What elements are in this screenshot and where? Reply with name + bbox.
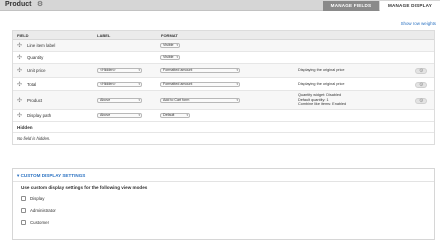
label-select[interactable]: <Hidden> ▾ — [97, 82, 142, 87]
format-select[interactable]: Visible ▾ — [160, 43, 180, 48]
drag-handle-icon[interactable]: ✣ — [17, 113, 22, 119]
drag-handle-icon[interactable]: ✣ — [17, 55, 22, 61]
format-select[interactable]: Formatted amount ▾ — [160, 68, 240, 73]
format-select-value: Formatted amount — [163, 82, 193, 86]
custom-display-settings: ▾ CUSTOM DISPLAY SETTINGS Use custom dis… — [12, 168, 435, 240]
hidden-region-title: Hidden — [17, 125, 33, 130]
chevron-down-icon: ▾ — [138, 68, 140, 72]
gear-icon: ⚙ — [419, 82, 424, 88]
chevron-down-icon: ▾ — [236, 98, 238, 102]
chevron-down-icon: ▾ — [236, 68, 238, 72]
custom-display-legend: CUSTOM DISPLAY SETTINGS — [20, 173, 86, 178]
chevron-down-icon: ▾ — [138, 82, 140, 86]
format-select[interactable]: Add to Cart form ▾ — [160, 98, 240, 103]
format-summary: Displaying the original price — [298, 82, 345, 86]
column-header-field: FIELD — [17, 33, 29, 38]
divider — [13, 181, 434, 182]
format-summary: Displaying the original price — [298, 68, 345, 72]
fields-table: FIELD LABEL FORMAT ✣ Line item label Vis… — [12, 30, 435, 145]
field-name: Product — [27, 98, 43, 103]
format-select[interactable]: Default ▾ — [160, 113, 190, 118]
tab-manage-fields[interactable]: MANAGE FIELDS — [323, 1, 379, 11]
hidden-empty-message: No field is hidden. — [17, 136, 51, 141]
drag-handle-icon[interactable]: ✣ — [17, 43, 22, 49]
chevron-down-icon: ▾ — [138, 113, 140, 117]
field-name: Unit price — [27, 68, 46, 73]
checkbox-label: Customer — [30, 220, 50, 225]
table-row: ✣ Product Above ▾ Add to Cart form ▾ Quant… — [13, 91, 434, 110]
chevron-down-icon: ▾ — [186, 113, 188, 117]
checkbox-customer[interactable] — [21, 220, 26, 225]
drag-handle-icon[interactable]: ✣ — [17, 82, 22, 88]
format-settings-button[interactable]: ⚙ — [415, 68, 427, 74]
label-select-value: Above — [100, 113, 111, 117]
checkbox-display[interactable] — [21, 196, 26, 201]
format-select-value: Visible — [163, 55, 174, 59]
field-name: Quantity — [27, 55, 44, 60]
drag-handle-icon[interactable]: ✣ — [17, 68, 22, 74]
table-header: FIELD LABEL FORMAT — [13, 31, 434, 40]
tab-manage-display[interactable]: MANAGE DISPLAY — [380, 1, 440, 11]
table-row: ✣ Line item label Visible ▾ — [13, 40, 434, 52]
table-row: ✣ Total <Hidden> ▾ Formatted amount ▾ Disp… — [13, 78, 434, 91]
chevron-down-icon: ▾ — [138, 98, 140, 102]
gear-icon: ⚙ — [419, 68, 424, 74]
table-row: ✣ Display path Above ▾ Default ▾ — [13, 110, 434, 122]
label-select-value: <Hidden> — [100, 82, 116, 86]
label-select-value: <Hidden> — [100, 68, 116, 72]
show-row-weights-link[interactable]: Show row weights — [401, 21, 436, 26]
checkbox-label: Administrator — [30, 208, 56, 213]
chevron-down-icon: ▾ — [176, 55, 178, 59]
checkbox-label: Display — [30, 196, 45, 201]
hidden-region-empty: No field is hidden. — [13, 133, 434, 144]
label-select[interactable]: Above ▾ — [97, 98, 142, 103]
label-select[interactable]: <Hidden> ▾ — [97, 68, 142, 73]
label-select[interactable]: Above ▾ — [97, 113, 142, 118]
gear-icon: ⚙ — [419, 98, 424, 104]
summary-line: Quantity widget: Disabled — [298, 93, 342, 97]
format-select-value: Formatted amount — [163, 68, 193, 72]
column-header-label: LABEL — [97, 33, 111, 38]
table-row: ✣ Unit price <Hidden> ▾ Formatted amount ▾… — [13, 64, 434, 78]
summary-line: Combine like items: Enabled — [298, 102, 347, 107]
format-summary: Quantity widget: Disabled Default quanti… — [298, 93, 346, 107]
format-select-value: Add to Cart form — [163, 98, 190, 102]
format-select-value: Default — [163, 113, 175, 117]
format-select-value: Visible — [163, 43, 174, 47]
custom-display-settings-toggle[interactable]: ▾ CUSTOM DISPLAY SETTINGS — [17, 173, 85, 179]
table-row: ✣ Quantity Visible ▾ — [13, 52, 434, 64]
format-settings-button[interactable]: ⚙ — [415, 82, 427, 88]
checkbox-administrator[interactable] — [21, 208, 26, 213]
page-title: Product — [5, 1, 32, 8]
custom-display-description: Use custom display settings for the foll… — [21, 185, 148, 190]
format-select[interactable]: Formatted amount ▾ — [160, 82, 240, 87]
field-name: Total — [27, 82, 37, 87]
format-select[interactable]: Visible ▾ — [160, 55, 180, 60]
chevron-down-icon: ▾ — [236, 82, 238, 86]
format-settings-button[interactable]: ⚙ — [415, 98, 427, 104]
hidden-region-header: Hidden — [13, 122, 434, 133]
page-header: Product ⚙ MANAGE FIELDS MANAGE DISPLAY — [0, 0, 440, 11]
chevron-down-icon: ▾ — [176, 43, 178, 47]
settings-gear-icon[interactable]: ⚙ — [36, 1, 44, 9]
label-select-value: Above — [100, 98, 111, 102]
field-name: Display path — [27, 113, 52, 118]
drag-handle-icon[interactable]: ✣ — [17, 98, 22, 104]
column-header-format: FORMAT — [161, 33, 178, 38]
field-name: Line item label — [27, 43, 56, 48]
